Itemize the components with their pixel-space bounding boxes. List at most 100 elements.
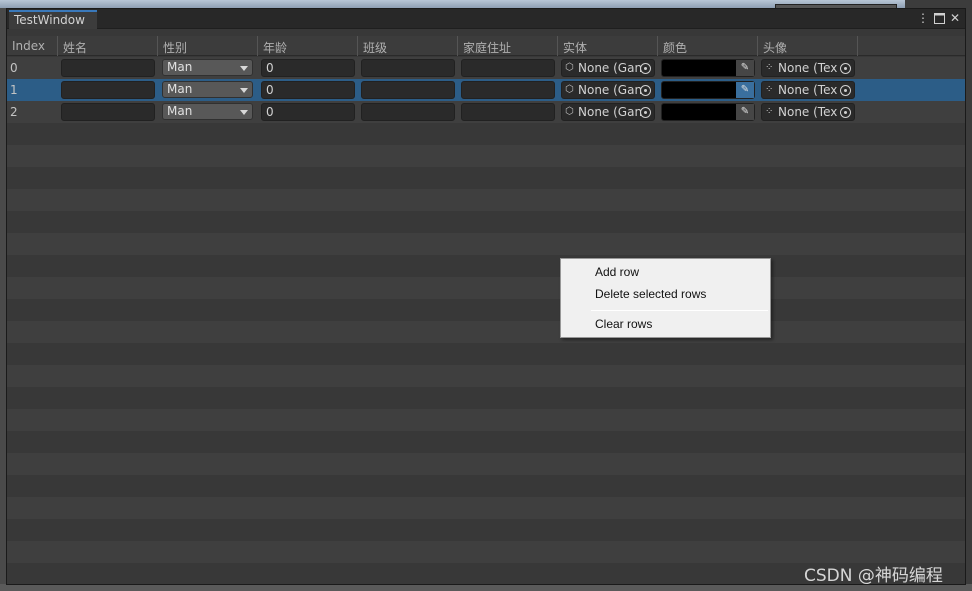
avatar-object-field[interactable]: ⁘ None (Tex bbox=[761, 81, 855, 99]
close-icon[interactable]: ✕ bbox=[948, 11, 962, 25]
age-field[interactable]: 0 bbox=[261, 81, 355, 99]
entity-value: None (Gan bbox=[578, 83, 643, 97]
eyedropper-icon[interactable]: ✎ bbox=[736, 60, 754, 76]
empty-row bbox=[7, 431, 965, 453]
table-row[interactable]: 2 Man 0 ⬡ None (Gan ✎ ⁘ None (Tex bbox=[7, 101, 965, 123]
address-field[interactable] bbox=[461, 103, 555, 121]
empty-row bbox=[7, 167, 965, 189]
avatar-value: None (Tex bbox=[778, 83, 838, 97]
name-field[interactable] bbox=[61, 81, 155, 99]
avatar-object-field[interactable]: ⁘ None (Tex bbox=[761, 103, 855, 121]
empty-row bbox=[7, 475, 965, 497]
chevron-down-icon bbox=[240, 88, 248, 93]
empty-row bbox=[7, 211, 965, 233]
color-field[interactable]: ✎ bbox=[661, 81, 755, 99]
texture-icon: ⁘ bbox=[765, 62, 774, 73]
table-header: Index 姓名 性别 年龄 班级 家庭住址 实体 颜色 头像 bbox=[7, 36, 965, 56]
name-field[interactable] bbox=[61, 59, 155, 77]
class-field[interactable] bbox=[361, 59, 455, 77]
object-picker-icon[interactable] bbox=[840, 85, 851, 96]
empty-row bbox=[7, 123, 965, 145]
column-header-age[interactable]: 年龄 bbox=[258, 36, 358, 56]
table-body[interactable]: 0 Man 0 ⬡ None (Gan ✎ ⁘ None (Tex 1 Man 0 … bbox=[7, 57, 965, 584]
chevron-down-icon bbox=[240, 66, 248, 71]
table-row[interactable]: 0 Man 0 ⬡ None (Gan ✎ ⁘ None (Tex bbox=[7, 57, 965, 79]
color-field[interactable]: ✎ bbox=[661, 103, 755, 121]
name-field[interactable] bbox=[61, 103, 155, 121]
object-picker-icon[interactable] bbox=[640, 63, 651, 74]
empty-row bbox=[7, 321, 965, 343]
row-index: 2 bbox=[10, 105, 18, 119]
entity-value: None (Gan bbox=[578, 61, 643, 75]
window-tab[interactable]: TestWindow bbox=[9, 10, 97, 29]
gender-dropdown[interactable]: Man bbox=[162, 81, 253, 98]
age-field[interactable]: 0 bbox=[261, 59, 355, 77]
column-header-avatar[interactable]: 头像 bbox=[758, 36, 858, 56]
empty-row bbox=[7, 277, 965, 299]
menu-item-add-row[interactable]: Add row bbox=[563, 262, 768, 282]
avatar-value: None (Tex bbox=[778, 105, 838, 119]
empty-row bbox=[7, 233, 965, 255]
more-options-icon[interactable]: ⋮ bbox=[916, 11, 930, 25]
window-titlebar: TestWindow ⋮ ✕ bbox=[7, 9, 965, 29]
context-menu: Add row Delete selected rows Clear rows bbox=[560, 258, 771, 338]
column-header-color[interactable]: 颜色 bbox=[658, 36, 758, 56]
column-header-gender[interactable]: 性别 bbox=[158, 36, 258, 56]
menu-item-clear-rows[interactable]: Clear rows bbox=[563, 314, 768, 334]
gender-value: Man bbox=[167, 60, 193, 74]
empty-row bbox=[7, 255, 965, 277]
entity-object-field[interactable]: ⬡ None (Gan bbox=[561, 81, 655, 99]
object-picker-icon[interactable] bbox=[840, 107, 851, 118]
empty-row bbox=[7, 189, 965, 211]
gender-dropdown[interactable]: Man bbox=[162, 59, 253, 76]
column-header-entity[interactable]: 实体 bbox=[558, 36, 658, 56]
row-index: 0 bbox=[10, 61, 18, 75]
avatar-value: None (Tex bbox=[778, 61, 838, 75]
address-field[interactable] bbox=[461, 59, 555, 77]
eyedropper-icon[interactable]: ✎ bbox=[736, 104, 754, 120]
empty-row bbox=[7, 519, 965, 541]
object-picker-icon[interactable] bbox=[640, 85, 651, 96]
cube-icon: ⬡ bbox=[565, 62, 574, 73]
empty-row bbox=[7, 409, 965, 431]
column-header-index[interactable]: Index bbox=[7, 36, 58, 56]
empty-row bbox=[7, 365, 965, 387]
test-window: TestWindow ⋮ ✕ Index 姓名 性别 年龄 班级 家庭住址 实体… bbox=[6, 8, 966, 585]
empty-row bbox=[7, 299, 965, 321]
menu-item-delete-selected-rows[interactable]: Delete selected rows bbox=[563, 284, 768, 304]
entity-value: None (Gan bbox=[578, 105, 643, 119]
empty-row bbox=[7, 497, 965, 519]
class-field[interactable] bbox=[361, 81, 455, 99]
gender-value: Man bbox=[167, 104, 193, 118]
gender-value: Man bbox=[167, 82, 193, 96]
empty-row bbox=[7, 145, 965, 167]
object-picker-icon[interactable] bbox=[640, 107, 651, 118]
column-header-class[interactable]: 班级 bbox=[358, 36, 458, 56]
empty-row bbox=[7, 453, 965, 475]
avatar-object-field[interactable]: ⁘ None (Tex bbox=[761, 59, 855, 77]
class-field[interactable] bbox=[361, 103, 455, 121]
texture-icon: ⁘ bbox=[765, 84, 774, 95]
entity-object-field[interactable]: ⬡ None (Gan bbox=[561, 59, 655, 77]
object-picker-icon[interactable] bbox=[840, 63, 851, 74]
watermark-text: CSDN @神码编程 bbox=[804, 566, 943, 586]
entity-object-field[interactable]: ⬡ None (Gan bbox=[561, 103, 655, 121]
column-header-name[interactable]: 姓名 bbox=[58, 36, 158, 56]
texture-icon: ⁘ bbox=[765, 106, 774, 117]
menu-separator bbox=[591, 310, 768, 311]
column-header-address[interactable]: 家庭住址 bbox=[458, 36, 558, 56]
chevron-down-icon bbox=[240, 110, 248, 115]
address-field[interactable] bbox=[461, 81, 555, 99]
color-field[interactable]: ✎ bbox=[661, 59, 755, 77]
eyedropper-icon[interactable]: ✎ bbox=[736, 82, 754, 98]
empty-row bbox=[7, 541, 965, 563]
empty-row bbox=[7, 387, 965, 409]
table-row-selected[interactable]: 1 Man 0 ⬡ None (Gan ✎ ⁘ None (Tex bbox=[7, 79, 965, 101]
cube-icon: ⬡ bbox=[565, 84, 574, 95]
age-field[interactable]: 0 bbox=[261, 103, 355, 121]
row-index: 1 bbox=[10, 83, 18, 97]
gender-dropdown[interactable]: Man bbox=[162, 103, 253, 120]
cube-icon: ⬡ bbox=[565, 106, 574, 117]
empty-row bbox=[7, 343, 965, 365]
maximize-icon[interactable] bbox=[932, 11, 946, 25]
